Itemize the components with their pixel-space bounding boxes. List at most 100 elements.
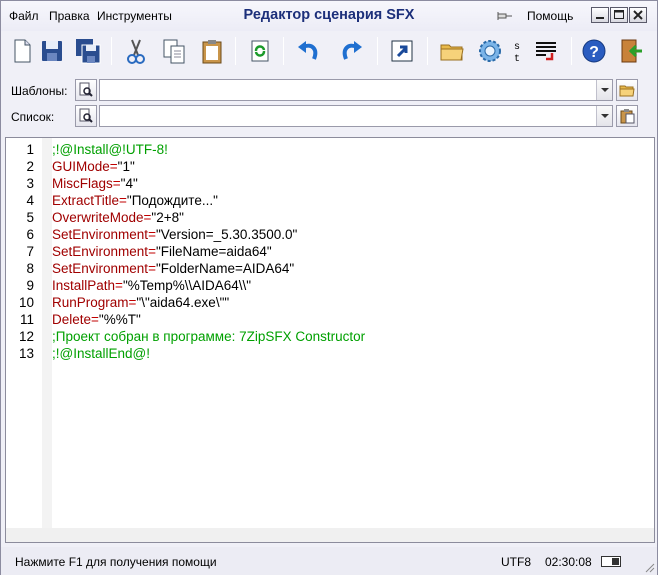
templates-label: Шаблоны: [11,84,68,98]
code-line[interactable]: ;!@InstallEnd@! [52,345,150,362]
code-comment: ;!@Install@!UTF-8! [52,142,168,157]
code-line[interactable]: MiscFlags="4" [52,175,138,192]
templates-search-button[interactable] [75,79,97,101]
copy-button[interactable] [157,33,191,69]
status-bar: Нажмите F1 для получения помощи UTF8 02:… [1,547,657,575]
help-icon: ? [582,39,606,63]
code-line[interactable]: GUIMode="1" [52,158,135,175]
code-key: InstallPath [52,278,116,293]
cut-button[interactable] [119,33,153,69]
code-line[interactable]: ;Проект собран в программе: 7ZipSFX Cons… [52,328,365,345]
goto-button[interactable] [385,33,419,69]
save-button[interactable] [35,33,69,69]
code-key: SetEnvironment [52,244,149,259]
svg-text:?: ? [589,44,599,61]
open-folder-icon [440,44,464,61]
code-equals: = [91,312,99,327]
menu-tools[interactable]: Инструменты [97,9,172,23]
title-bar: Файл Правка Инструменты Редактор сценари… [1,1,657,31]
code-area[interactable]: ;!@Install@!UTF-8! GUIMode="1" MiscFlags="… [52,138,654,528]
line-number: 6 [26,227,34,242]
script-editor[interactable]: 1 2 3 4 5 6 7 8 9 10 11 12 13 ;!@Install@!UTF-8! GUIM… [5,137,655,543]
toolbar: s t ? [1,31,657,73]
toolbar-separator [427,37,428,65]
new-file-icon [14,39,31,63]
line-number: 4 [26,193,34,208]
code-key: SetEnvironment [52,227,149,242]
string-button[interactable]: s t [507,33,527,69]
close-button[interactable] [629,7,647,23]
status-encoding: UTF8 [501,555,531,569]
code-line[interactable]: ExtractTitle="Подождите..." [52,192,218,209]
refresh-button[interactable] [243,33,277,69]
code-equals: = [148,244,156,259]
pin-icon[interactable] [496,10,514,22]
menu-edit[interactable]: Правка [49,9,90,23]
refresh-icon [251,40,269,62]
code-value: "Подождите..." [126,193,218,208]
open-folder-button[interactable] [435,33,469,69]
string-icon: s t [514,42,520,65]
code-line[interactable]: Delete="%%T" [52,311,141,328]
code-line[interactable]: SetEnvironment="Version=_5.30.3500.0" [52,226,297,243]
redo-button[interactable] [335,33,369,69]
help-button[interactable]: ? [577,33,611,69]
format-icon [536,42,556,61]
line-number: 3 [26,176,34,191]
code-value: "%Temp%\\AIDA64\\" [122,278,252,293]
app-window: Файл Правка Инструменты Редактор сценари… [0,0,658,575]
line-number: 13 [18,346,34,361]
chevron-down-icon [600,88,609,92]
settings-button[interactable] [473,33,507,69]
horizontal-scrollbar[interactable] [6,528,654,542]
paste-button[interactable] [195,33,229,69]
list-paste-button[interactable] [616,105,638,127]
save-icon [42,41,62,61]
code-line[interactable]: SetEnvironment="FolderName=AIDA64" [52,260,294,277]
list-label: Список: [11,110,55,124]
code-value: "\"aida64.exe\"" [136,295,230,310]
templates-combo[interactable] [99,79,613,101]
code-value: "2+8" [151,210,184,225]
maximize-icon [614,10,624,19]
undo-button[interactable] [291,33,325,69]
format-button[interactable] [529,33,563,69]
resize-grip-icon[interactable] [643,561,655,573]
code-line[interactable]: InstallPath="%Temp%\\AIDA64\\" [52,277,251,294]
code-comment: ;Проект собран в программе: 7ZipSFX Cons… [52,329,366,344]
new-file-button[interactable] [5,33,39,69]
code-value: "Version=_5.30.3500.0" [155,227,298,242]
code-equals: = [119,193,127,208]
code-line[interactable]: SetEnvironment="FileName=aida64" [52,243,272,260]
goto-icon [391,40,413,62]
templates-dropdown-button[interactable] [596,80,612,100]
toolbar-separator [111,37,112,65]
save-all-button[interactable] [71,33,105,69]
list-combo[interactable] [99,105,613,127]
copy-icon [163,39,185,64]
line-number: 11 [19,312,34,327]
code-key: GUIMode [52,159,110,174]
code-line[interactable]: RunProgram="\"aida64.exe\"" [52,294,229,311]
code-value: "1" [117,159,135,174]
code-equals: = [148,227,156,242]
code-line[interactable]: OverwriteMode="2+8" [52,209,184,226]
code-line[interactable]: ;!@Install@!UTF-8! [52,141,168,158]
toolbar-separator [571,37,572,65]
menu-help[interactable]: Помощь [527,9,573,23]
minimize-button[interactable] [591,7,609,23]
list-dropdown-button[interactable] [596,106,612,126]
code-equals: = [115,278,123,293]
status-time: 02:30:08 [545,555,592,569]
paste-icon [202,40,222,64]
code-key: Delete [52,312,92,327]
templates-open-button[interactable] [616,79,638,101]
toolbar-separator [235,37,236,65]
list-search-button[interactable] [75,105,97,127]
menu-file[interactable]: Файл [9,9,39,23]
line-number: 7 [26,244,34,259]
maximize-button[interactable] [610,7,628,23]
exit-button[interactable] [613,33,647,69]
undo-icon [298,41,318,60]
redo-icon [342,41,362,60]
